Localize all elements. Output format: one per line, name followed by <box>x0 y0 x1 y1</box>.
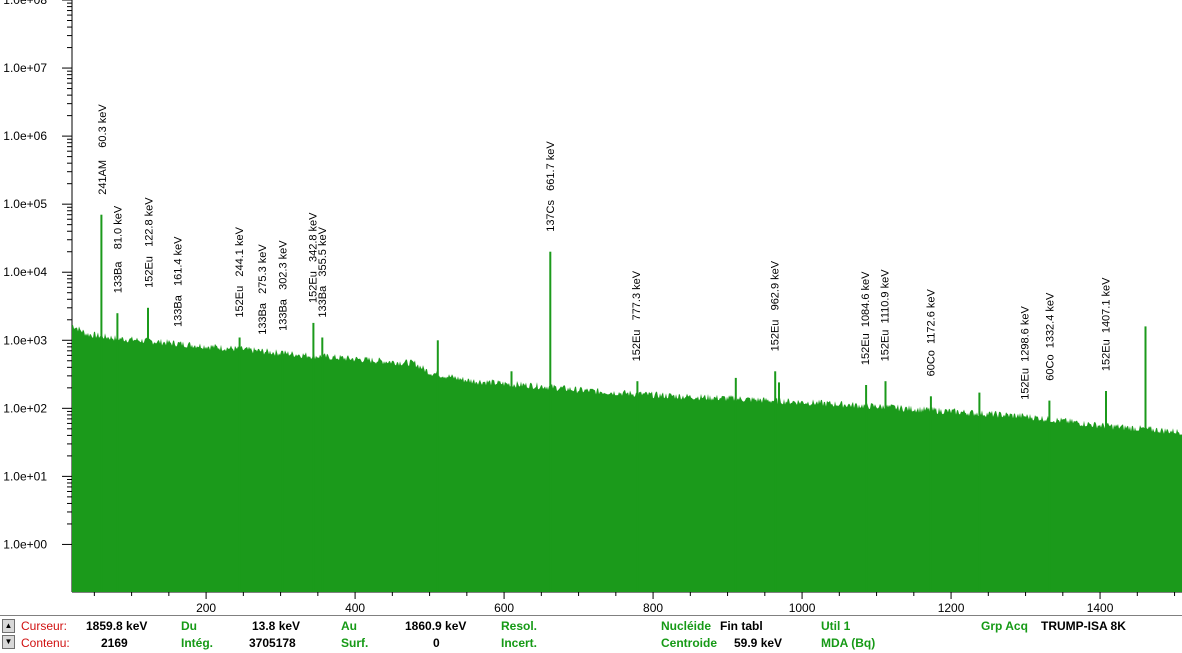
cursor-value: 1859.8 keV <box>86 619 148 633</box>
to-value: 1860.9 keV <box>405 619 467 633</box>
y-tick-label: 1.0e+03 <box>3 333 47 347</box>
peak-line <box>321 337 324 592</box>
y-tick-label: 1.0e+05 <box>3 197 47 211</box>
x-tick-label: 1200 <box>938 601 965 615</box>
peak-annotation: 152Eu 962.9 keV <box>769 260 781 351</box>
integral-value: 3705178 <box>249 636 296 650</box>
peak-annotation: 152Eu 1084.6 keV <box>860 271 872 365</box>
x-tick-label: 800 <box>643 601 663 615</box>
cursor-label: Curseur: <box>21 619 68 633</box>
peak-annotation: 152Eu 122.8 keV <box>144 197 156 288</box>
peak-annotation: 137Cs 661.7 keV <box>545 141 557 232</box>
peak-line <box>884 381 887 592</box>
peak-annotation: 152Eu 1298.6 keV <box>1020 306 1032 400</box>
integral-label: Intég. <box>181 636 213 650</box>
peak-annotation: 241AM 60.3 keV <box>97 104 109 195</box>
spectrum-area <box>72 324 1182 592</box>
peak-line <box>1048 400 1051 592</box>
y-tick-label: 1.0e+08 <box>3 0 47 7</box>
x-tick-label: 1000 <box>789 601 816 615</box>
peak-line <box>1105 391 1107 592</box>
peak-line <box>281 350 284 592</box>
centroid-value: 59.9 keV <box>734 636 783 650</box>
peak-line <box>778 382 780 592</box>
surface-label: Surf. <box>341 636 369 650</box>
from-value: 13.8 keV <box>252 619 301 633</box>
centroid-label: Centroide <box>661 636 718 650</box>
x-tick-label: 200 <box>196 601 216 615</box>
peak-annotation: 152Eu 777.3 keV <box>631 270 643 361</box>
peak-annotation: 133Ba 161.4 keV <box>172 236 184 327</box>
peak-line <box>1144 326 1147 592</box>
peak-line <box>636 381 639 592</box>
peak-annotation: 133Ba 302.3 keV <box>277 240 289 331</box>
content-label: Contenu: <box>21 636 70 650</box>
peak-annotation: 152Eu 244.1 keV <box>234 226 246 317</box>
to-label: Au <box>341 619 357 633</box>
peak-annotation: 133Ba 275.3 keV <box>257 244 269 335</box>
y-tick-label: 1.0e+04 <box>3 265 47 279</box>
peak-line <box>549 251 552 592</box>
nuclide-label: Nucléide <box>661 619 712 633</box>
peak-line <box>238 337 241 592</box>
mda-label: MDA (Bq) <box>821 636 876 650</box>
acq-group-value: TRUMP-ISA 8K <box>1041 619 1126 633</box>
y-tick-label: 1.0e+00 <box>3 537 47 551</box>
peak-annotation: 133Ba 355.5 keV <box>317 226 329 317</box>
peak-line <box>865 385 868 592</box>
peak-annotation: 60Co 1172.6 keV <box>926 288 938 376</box>
peak-line <box>312 322 315 592</box>
from-label: Du <box>181 619 197 633</box>
y-tick-label: 1.0e+02 <box>3 401 47 415</box>
surface-value: 0 <box>433 636 440 650</box>
content-value: 2169 <box>101 636 128 650</box>
peak-line <box>734 377 737 592</box>
y-tick-label: 1.0e+06 <box>3 129 47 143</box>
peak-line <box>510 371 513 592</box>
peak-line <box>978 392 981 592</box>
peak-line <box>929 396 932 592</box>
peak-annotation: 152Eu 1110.9 keV <box>880 269 892 362</box>
uncertainty-label: Incert. <box>501 636 538 650</box>
peak-annotation: 60Co 1332.4 keV <box>1045 292 1057 381</box>
resolution-label: Resol. <box>501 619 538 633</box>
nuclide-value: Fin tabl <box>720 619 763 633</box>
y-tick-label: 1.0e+07 <box>3 61 47 75</box>
x-tick-label: 1400 <box>1087 601 1114 615</box>
peak-annotation: 152Eu 1407.1 keV <box>1100 277 1112 371</box>
peak-line <box>100 214 103 592</box>
x-tick-label: 600 <box>494 601 514 615</box>
spectrum-layer <box>72 324 1182 592</box>
y-tick-label: 1.0e+01 <box>3 469 47 483</box>
peak-line <box>147 307 149 592</box>
spectrum-chart[interactable]: 1.0e+00 1.0e+01 1.0e+02 1.0e+03 1.0e+04 1.0e+… <box>0 0 1182 615</box>
peak-line <box>774 371 777 592</box>
status-bar: ▲ ▼ Curseur: 1859.8 keV Du 13.8 keV Au 1… <box>0 615 1182 653</box>
peak-line <box>116 313 119 592</box>
user-label: Util 1 <box>821 619 851 633</box>
peak-line <box>436 340 439 592</box>
peak-annotation: 133Ba 81.0 keV <box>112 205 124 293</box>
x-tick-label: 400 <box>345 601 365 615</box>
acq-group-label: Grp Acq <box>981 619 1028 633</box>
